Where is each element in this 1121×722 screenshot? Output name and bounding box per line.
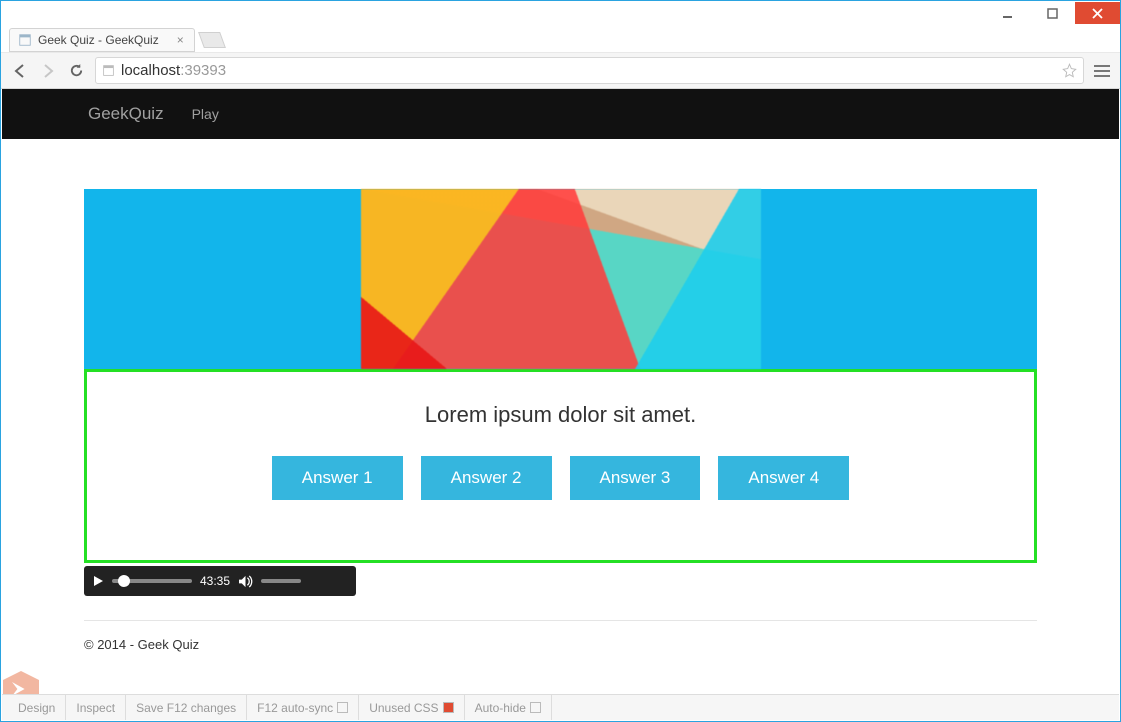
browserlink-f12-autosync[interactable]: F12 auto-sync xyxy=(247,695,359,720)
footer-rule xyxy=(84,620,1037,621)
tab-strip: Geek Quiz - GeekQuiz × xyxy=(1,25,1120,53)
answer-button-1[interactable]: Answer 1 xyxy=(272,456,403,500)
play-icon[interactable] xyxy=(92,575,104,587)
page-favicon-icon xyxy=(18,33,32,47)
browser-toolbar: localhost:39393 xyxy=(1,53,1120,89)
browser-window: Geek Quiz - GeekQuiz × localhost:39393 G… xyxy=(0,0,1121,722)
quiz-hero-image xyxy=(361,189,761,369)
browserlink-save-f12[interactable]: Save F12 changes xyxy=(126,695,247,720)
question-panel: Lorem ipsum dolor sit amet. Answer 1 Ans… xyxy=(84,369,1037,563)
audio-player[interactable]: 43:35 xyxy=(84,566,356,596)
quiz-container: Lorem ipsum dolor sit amet. Answer 1 Ans… xyxy=(84,189,1037,563)
answer-button-4[interactable]: Answer 4 xyxy=(718,456,849,500)
forward-button[interactable] xyxy=(39,62,57,80)
volume-icon[interactable] xyxy=(238,575,253,588)
window-close-button[interactable] xyxy=(1075,2,1120,24)
window-maximize-button[interactable] xyxy=(1030,2,1075,24)
chrome-menu-button[interactable] xyxy=(1094,62,1110,80)
browserlink-design[interactable]: Design xyxy=(8,695,66,720)
question-text: Lorem ipsum dolor sit amet. xyxy=(117,402,1004,428)
page-viewport: GeekQuiz Play Lorem ipsum dolor sit amet… xyxy=(2,89,1119,693)
checkbox-checked-icon[interactable] xyxy=(443,702,454,713)
checkbox-icon[interactable] xyxy=(337,702,348,713)
audio-scrubber[interactable] xyxy=(112,579,192,583)
window-title-bar xyxy=(1,1,1120,25)
quiz-hero-banner xyxy=(84,189,1037,369)
answer-button-3[interactable]: Answer 3 xyxy=(570,456,701,500)
checkbox-icon[interactable] xyxy=(530,702,541,713)
new-tab-button[interactable] xyxy=(198,32,226,48)
window-minimize-button[interactable] xyxy=(985,2,1030,24)
browser-tab[interactable]: Geek Quiz - GeekQuiz × xyxy=(9,28,195,52)
tab-close-icon[interactable]: × xyxy=(177,33,184,47)
browser-tab-title: Geek Quiz - GeekQuiz xyxy=(38,33,159,47)
reload-button[interactable] xyxy=(67,62,85,80)
back-button[interactable] xyxy=(11,62,29,80)
browserlink-auto-hide[interactable]: Auto-hide xyxy=(465,695,552,720)
volume-slider[interactable] xyxy=(261,579,301,583)
answers-row: Answer 1 Answer 2 Answer 3 Answer 4 xyxy=(117,456,1004,500)
browserlink-toolbar: Design Inspect Save F12 changes F12 auto… xyxy=(2,694,1119,720)
address-text: localhost:39393 xyxy=(121,62,226,79)
site-navbar: GeekQuiz Play xyxy=(2,89,1119,139)
navbar-brand[interactable]: GeekQuiz xyxy=(88,104,164,124)
site-info-icon xyxy=(102,64,115,77)
browserlink-unused-css[interactable]: Unused CSS xyxy=(359,695,464,720)
answer-button-2[interactable]: Answer 2 xyxy=(421,456,552,500)
address-bar[interactable]: localhost:39393 xyxy=(95,57,1084,84)
browserlink-inspect[interactable]: Inspect xyxy=(66,695,126,720)
bookmark-star-icon[interactable] xyxy=(1062,63,1077,78)
navbar-link-play[interactable]: Play xyxy=(192,106,219,122)
audio-time: 43:35 xyxy=(200,574,230,588)
footer-text: © 2014 - Geek Quiz xyxy=(84,637,1037,652)
